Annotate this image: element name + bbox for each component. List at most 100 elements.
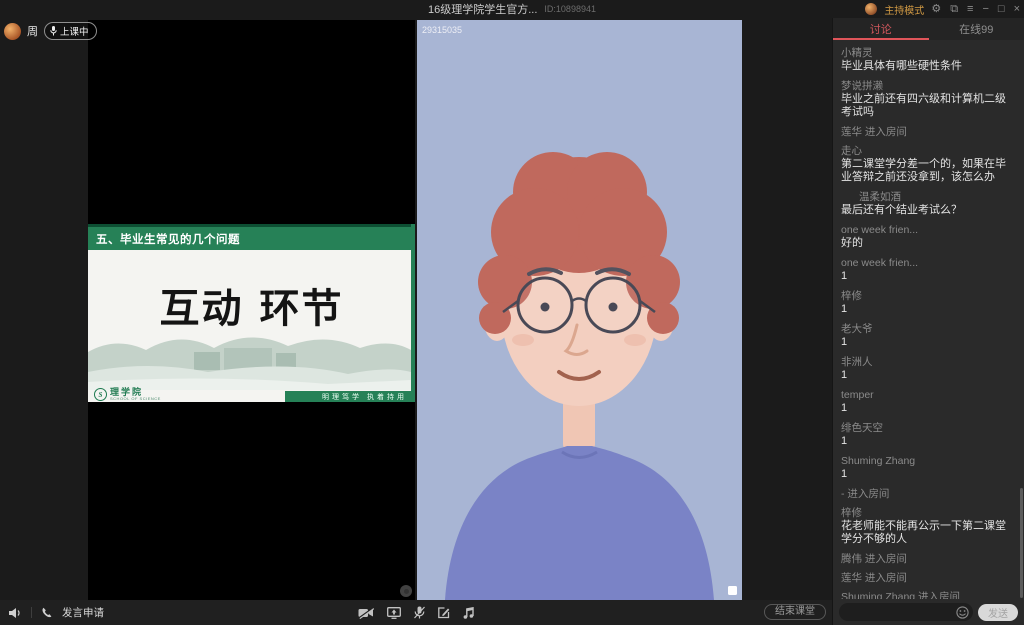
- app-window: 16级理学院学生官方... ID:10898941 主持模式 ⚙⧉≡−□× 周 …: [0, 0, 1024, 625]
- slide-footer: S 理学院 SCHOOL OF SCIENCE 明理笃学 执着持用: [88, 390, 415, 402]
- chat-input[interactable]: [839, 603, 973, 621]
- titlebar: 16级理学院学生官方... ID:10898941 主持模式 ⚙⧉≡−□×: [0, 0, 1024, 18]
- speak-request-label[interactable]: 发言申请: [62, 605, 104, 620]
- chat-tabs: 讨论 在线99: [833, 18, 1024, 40]
- titlebar-right: 主持模式 ⚙ ⧉ ≡−□ ×: [865, 0, 1020, 18]
- chat-message-author: 梓修: [841, 290, 1016, 302]
- host-overlay: 周 上课中: [4, 22, 97, 40]
- chat-message: one week frien...好的: [841, 224, 1016, 250]
- user-avatar[interactable]: [865, 3, 877, 15]
- chat-message: 绯色天空1: [841, 422, 1016, 448]
- chat-message-text: 1: [841, 402, 1016, 415]
- tab-online-members[interactable]: 在线99: [929, 18, 1024, 40]
- chat-system-message: 腾伟 进入房间: [841, 553, 1016, 565]
- maximize-icon[interactable]: □: [998, 0, 1005, 18]
- chat-message-author: Shuming Zhang: [841, 455, 1016, 467]
- chat-panel: 讨论 在线99 小精灵毕业具体有哪些硬性条件梦说拼濑毕业之前还有四六级和计算机二…: [832, 18, 1024, 625]
- chat-message: temper1: [841, 389, 1016, 415]
- school-logo-icon: S: [94, 388, 107, 401]
- chat-message-author: one week frien...: [841, 257, 1016, 269]
- host-mode-badge[interactable]: 主持模式: [884, 2, 924, 17]
- chat-message: 老大爷1: [841, 323, 1016, 349]
- microphone-icon: [50, 26, 57, 36]
- chat-message: 温柔如酒最后还有个结业考试么？: [841, 191, 1016, 217]
- chat-message-text: 毕业具体有哪些硬性条件: [841, 60, 1016, 73]
- toolbar-left: 发言申请: [8, 600, 104, 625]
- chat-message: 走心第二课堂学分差一个的，如果在毕业答辩之前还没拿到，该怎么办: [841, 145, 1016, 184]
- slide-motto: 明理笃学 执着持用: [285, 391, 415, 402]
- chat-message-text: 1: [841, 435, 1016, 448]
- slide-body: 互动 环节: [88, 250, 415, 390]
- chat-message-text: 毕业之前还有四六级和计算机二级考试吗: [841, 93, 1016, 119]
- chat-message: one week frien...1: [841, 257, 1016, 283]
- slide-header: 五、毕业生常见的几个问题: [88, 224, 415, 250]
- settings-icon[interactable]: ⚙: [931, 0, 941, 18]
- chat-message-author: 梦说拼濑: [841, 80, 1016, 92]
- chat-message-text: 1: [841, 270, 1016, 283]
- chat-message-text: 花老师能不能再公示一下第二课堂学分不够的人: [841, 520, 1016, 546]
- chat-message-author: 绯色天空: [841, 422, 1016, 434]
- video-source-badge[interactable]: [400, 585, 412, 597]
- camera-video: 29315035: [417, 20, 742, 600]
- in-class-badge: 上课中: [44, 22, 97, 40]
- chat-system-message: 莲华 进入房间: [841, 572, 1016, 584]
- popout-icon[interactable]: ⧉: [950, 0, 958, 18]
- chat-message-text: 1: [841, 369, 1016, 382]
- camera-off-icon[interactable]: [358, 607, 374, 619]
- chat-message-author: 小精灵: [841, 47, 1016, 59]
- school-logo: S 理学院 SCHOOL OF SCIENCE: [94, 388, 161, 401]
- chat-message-author: temper: [841, 389, 1016, 401]
- chat-message-text: 1: [841, 336, 1016, 349]
- mic-muted-icon[interactable]: [414, 606, 425, 619]
- chat-message-author: 温柔如酒: [841, 191, 1016, 203]
- phone-icon[interactable]: [41, 607, 53, 619]
- school-logo-subtext: SCHOOL OF SCIENCE: [110, 397, 161, 401]
- chat-message: 非洲人1: [841, 356, 1016, 382]
- campus-landscape-image: [88, 326, 411, 390]
- host-avatar[interactable]: [4, 23, 21, 40]
- host-name: 周: [27, 23, 38, 39]
- toolbar-divider: [31, 607, 32, 618]
- speaker-icon[interactable]: [8, 607, 22, 619]
- chat-message-author: 老大爷: [841, 323, 1016, 335]
- viewer-id: 29315035: [422, 25, 462, 35]
- tab-discussion[interactable]: 讨论: [833, 18, 929, 40]
- chat-message-author: 梓修: [841, 507, 1016, 519]
- chat-message-author: 走心: [841, 145, 1016, 157]
- slide-side-strip: [411, 224, 415, 402]
- bottom-toolbar: 发言申请: [0, 600, 832, 625]
- screen-share-video: 五、毕业生常见的几个问题 互动 环节 S: [88, 20, 415, 600]
- chat-message-text: 1: [841, 303, 1016, 316]
- chat-message: 梦说拼濑毕业之前还有四六级和计算机二级考试吗: [841, 80, 1016, 119]
- window-controls: ⚙ ⧉ ≡−□ ×: [931, 0, 1020, 18]
- chat-message: Shuming Zhang1: [841, 455, 1016, 481]
- chat-scrollbar[interactable]: [1020, 488, 1023, 598]
- slide-title: 互动 环节: [88, 276, 415, 334]
- chat-system-message: Shuming Zhang 进入房间: [841, 591, 1016, 599]
- chat-message-text: 最后还有个结业考试么？: [841, 204, 1016, 217]
- music-icon[interactable]: [463, 607, 474, 619]
- minimize-icon[interactable]: −: [982, 0, 988, 18]
- stage: 周 上课中 五、毕业生常见的几个问题: [0, 18, 832, 600]
- person-illustration: [417, 20, 742, 600]
- chat-message: 梓修花老师能不能再公示一下第二课堂学分不够的人: [841, 507, 1016, 546]
- send-button[interactable]: 发送: [978, 604, 1018, 621]
- chat-system-message: - 进入房间: [841, 488, 1016, 500]
- chat-message-author: 非洲人: [841, 356, 1016, 368]
- screen-share-icon[interactable]: [387, 607, 401, 619]
- chat-system-message: 莲华 进入房间: [841, 126, 1016, 138]
- close-icon[interactable]: ×: [1014, 0, 1020, 18]
- emoji-icon[interactable]: [955, 605, 969, 619]
- chat-message-text: 好的: [841, 237, 1016, 250]
- chat-message-text: 第二课堂学分差一个的，如果在毕业答辩之前还没拿到，该怎么办: [841, 158, 1016, 184]
- menu-icon[interactable]: ≡: [967, 0, 973, 18]
- chat-message-list: 小精灵毕业具体有哪些硬性条件梦说拼濑毕业之前还有四六级和计算机二级考试吗莲华 进…: [833, 40, 1024, 599]
- in-class-label: 上课中: [60, 24, 89, 38]
- edit-whiteboard-icon[interactable]: [438, 607, 450, 619]
- chat-message: 梓修1: [841, 290, 1016, 316]
- end-class-button[interactable]: 结束课堂: [764, 604, 826, 620]
- window-title: 16级理学院学生官方...: [428, 1, 537, 17]
- chat-message: 小精灵毕业具体有哪些硬性条件: [841, 47, 1016, 73]
- watermark-icon: [728, 586, 737, 595]
- toolbar-center: [358, 600, 474, 625]
